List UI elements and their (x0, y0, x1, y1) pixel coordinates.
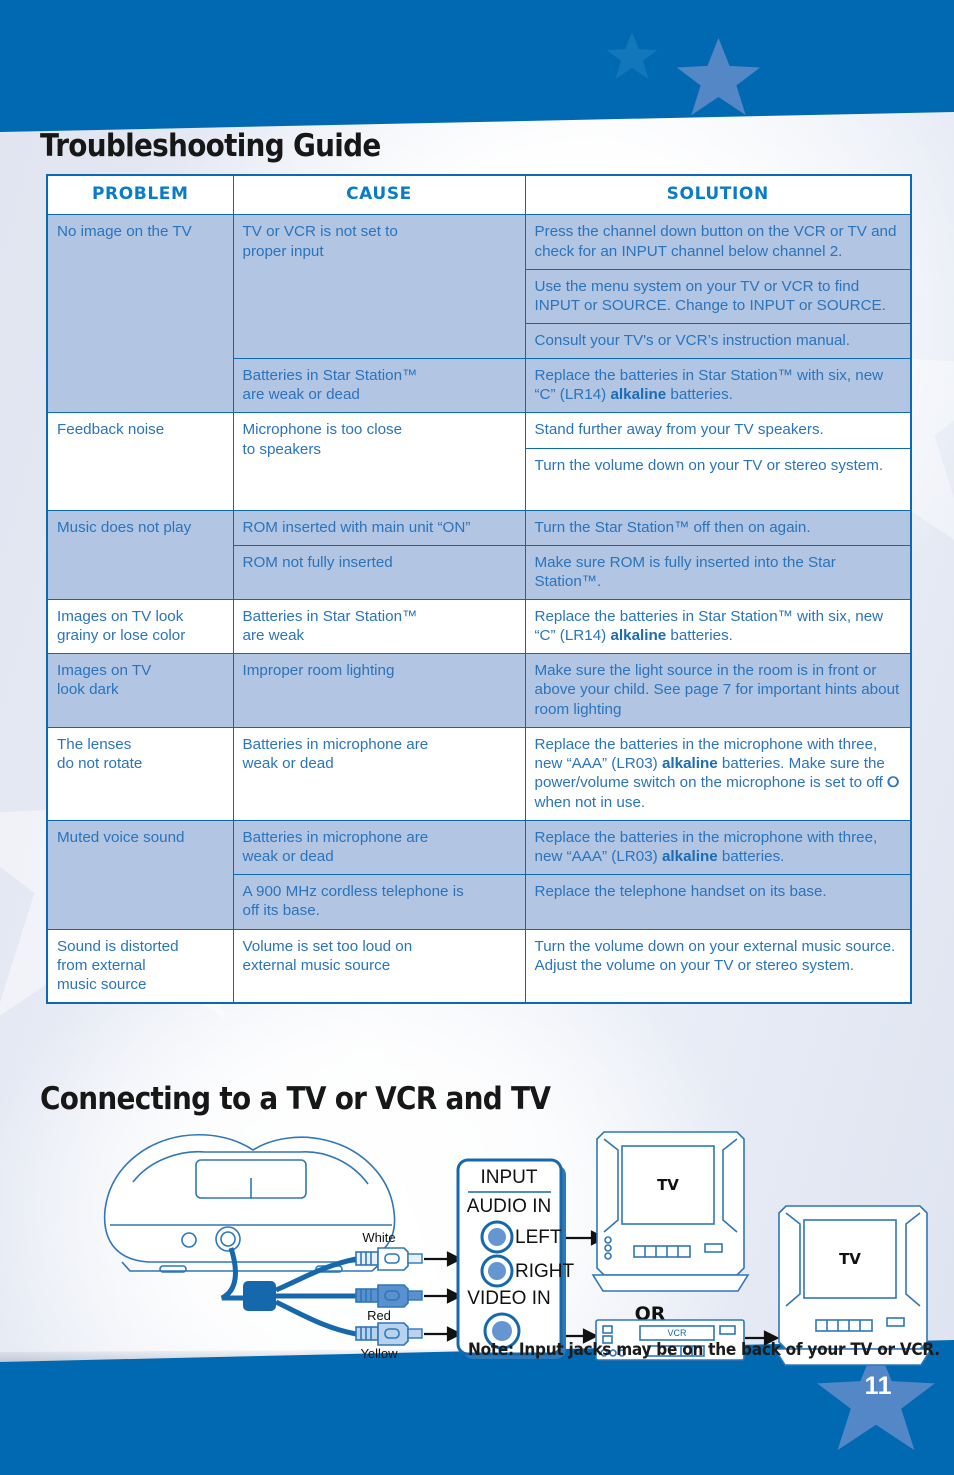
input-jack-panel: INPUT AUDIO IN LEFT RIGHT VIDEO IN (456, 1158, 575, 1359)
cell-solution: Make sure ROM is fully inserted into the… (524, 544, 912, 600)
tv-screen-label: TV (839, 1250, 861, 1268)
table-row: Music does not play ROM inserted with ma… (46, 509, 912, 600)
table-row: The lenses do not rotate Batteries in mic… (46, 726, 912, 821)
plug-label-white: White (362, 1230, 395, 1245)
cell-solution: Turn the volume down on your TV or stere… (524, 447, 912, 511)
cell-cause: ROM not fully inserted (232, 544, 526, 600)
cell-solution: Replace the batteries in the microphone … (524, 726, 912, 821)
cell-solution: Turn the volume down on your external mu… (524, 928, 912, 1004)
cell-cause: A 900 MHz cordless telephone is off its b… (232, 874, 526, 930)
cell-solution: Turn the Star Station™ off then on again… (524, 509, 912, 546)
cell-solution: Replace the batteries in Star Station™ w… (524, 358, 912, 414)
cell-cause: Volume is set too loud on external music … (232, 928, 526, 1004)
panel-title-input: INPUT (481, 1167, 538, 1188)
cell-solution: Replace the batteries in the microphone … (524, 819, 912, 876)
cell-cause: ROM inserted with main unit “ON” (232, 509, 526, 546)
table-row: Images on TV look dark Improper room ligh… (46, 653, 912, 728)
troubleshooting-table: PROBLEM CAUSE SOLUTION No image on the T… (46, 174, 912, 1004)
panel-label-audio-in: AUDIO IN (467, 1196, 551, 1217)
cell-problem: Images on TV look dark (46, 653, 234, 728)
column-header-problem: PROBLEM (46, 174, 234, 216)
cell-solution: Make sure the light source in the room i… (524, 653, 912, 728)
cell-problem: Muted voice sound (46, 819, 234, 930)
table-header-row: PROBLEM CAUSE SOLUTION (46, 174, 912, 216)
cell-solution: Replace the telephone handset on its bas… (524, 874, 912, 930)
cell-cause: TV or VCR is not set to proper input (232, 214, 526, 360)
cell-cause: Batteries in Star Station™ are weak (232, 598, 526, 655)
cell-solution: Use the menu system on your TV or VCR to… (524, 268, 912, 324)
cell-problem: Music does not play (46, 509, 234, 600)
cell-cause: Batteries in microphone are weak or dead (232, 726, 526, 821)
cell-problem: Feedback noise (46, 412, 234, 511)
cell-cause: Batteries in microphone are weak or dead (232, 819, 526, 876)
column-header-solution: SOLUTION (524, 174, 912, 216)
section-title-connecting: Connecting to a TV or VCR and TV (40, 1081, 551, 1117)
top-banner (0, 0, 954, 132)
cell-solution: Replace the batteries in Star Station™ w… (524, 598, 912, 655)
star-station-illustration (103, 1133, 396, 1273)
cell-solution: Press the channel down button on the VCR… (524, 214, 912, 270)
table-row: Feedback noise Microphone is too close to… (46, 412, 912, 511)
diagram-note: Note: Input jacks may be on the back of … (468, 1340, 940, 1359)
tv-screen-label: TV (657, 1176, 679, 1194)
cell-cause: Batteries in Star Station™ are weak or de… (232, 358, 526, 414)
tv-illustration-top: TV (591, 1131, 750, 1292)
table-row: Muted voice sound Batteries in microphon… (46, 819, 912, 930)
jack-label-right: RIGHT (515, 1261, 575, 1282)
table-row: Images on TV look grainy or lose color Ba… (46, 598, 912, 655)
panel-label-video-in: VIDEO IN (467, 1288, 550, 1309)
cell-solution: Stand further away from your TV speakers… (524, 412, 912, 449)
plug-label-yellow: Yellow (360, 1346, 398, 1361)
vcr-display-label: VCR (667, 1328, 687, 1338)
rca-plug-red: Red (355, 1284, 423, 1323)
arrow-to-jack (424, 1251, 463, 1342)
rca-plug-yellow: Yellow (355, 1322, 423, 1361)
cable-splitter (243, 1281, 276, 1311)
table-row: Sound is distorted from external music sou… (46, 928, 912, 1004)
cell-solution: Consult your TV's or VCR’s instruction m… (524, 322, 912, 360)
cell-cause: Microphone is too close to speakers (232, 412, 526, 511)
table-row: No image on the TV TV or VCR is not set … (46, 214, 912, 414)
cell-problem: No image on the TV (46, 214, 234, 414)
cell-cause: Improper room lighting (232, 653, 526, 728)
page-number: 11 (864, 1372, 892, 1400)
plug-label-red: Red (367, 1308, 391, 1323)
page-title-troubleshooting: Troubleshooting Guide (40, 128, 381, 164)
table-body: No image on the TV TV or VCR is not set … (46, 214, 912, 1004)
cell-problem: Images on TV look grainy or lose color (46, 598, 234, 655)
troubleshooting-table-wrapper: PROBLEM CAUSE SOLUTION No image on the T… (46, 174, 912, 1004)
cell-problem: Sound is distorted from external music sou… (46, 928, 234, 1004)
jack-label-left: LEFT (515, 1227, 562, 1248)
column-header-cause: CAUSE (232, 174, 526, 216)
power-off-icon: ⭘ (887, 773, 900, 791)
cell-problem: The lenses do not rotate (46, 726, 234, 821)
